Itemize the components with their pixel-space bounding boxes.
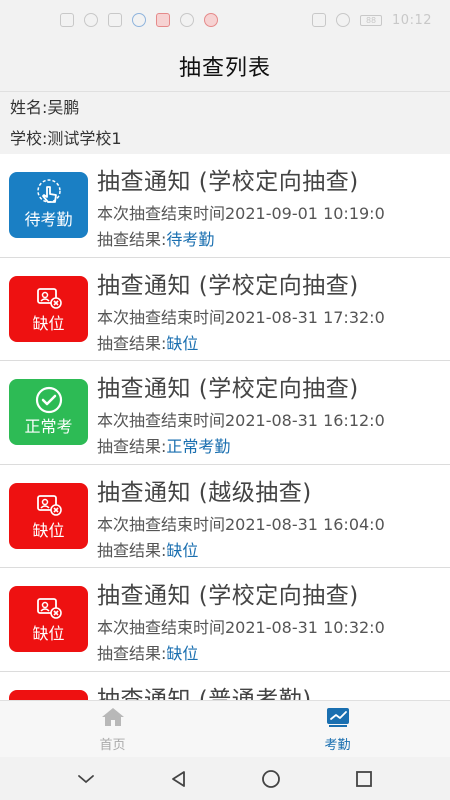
chart-icon	[325, 706, 351, 732]
status-badge-label: 缺位	[32, 624, 65, 643]
check-circle-icon	[32, 385, 66, 417]
list-item[interactable]: 缺位 抽查通知 (学校定向抽查) 本次抽查结束时间2021-08-31 10:3…	[0, 568, 450, 672]
home-circle-icon[interactable]	[259, 767, 283, 791]
item-result-value: 缺位	[166, 540, 199, 560]
home-icon	[100, 706, 126, 732]
list-item[interactable]: 缺位 抽查通知 (学校定向抽查) 本次抽查结束时间2021-08-31 17:3…	[0, 257, 450, 361]
app-notification-icon-4	[204, 13, 218, 27]
app-notification-icon-2	[156, 13, 170, 27]
sim-icon	[60, 13, 74, 27]
item-result-value: 缺位	[166, 333, 199, 353]
check-list[interactable]: 待考勤 抽查通知 (学校定向抽查) 本次抽查结束时间2021-09-01 10:…	[0, 154, 450, 700]
status-left-icons	[60, 13, 218, 27]
item-end-time: 本次抽查结束时间2021-08-31 10:32:0	[97, 618, 385, 637]
item-result: 抽查结果:缺位	[97, 330, 198, 354]
item-title: 抽查通知 (学校定向抽查)	[97, 272, 359, 299]
item-result-value: 正常考勤	[166, 437, 231, 456]
list-item[interactable]: 正常考 抽查通知 (学校定向抽查) 本次抽查结束时间2021-08-31 16:…	[0, 361, 450, 465]
item-result-label: 抽查结果:	[97, 230, 167, 249]
list-item[interactable]: 待考勤 抽查通知 (学校定向抽查) 本次抽查结束时间2021-09-01 10:…	[0, 154, 450, 258]
status-badge: 缺位	[9, 586, 88, 652]
nav-home-label: 首页	[99, 737, 126, 753]
item-end-time: 本次抽查结束时间2021-09-01 10:19:0	[97, 204, 385, 223]
hand-tap-icon	[32, 178, 66, 210]
chevron-down-icon[interactable]	[74, 767, 98, 791]
item-result-label: 抽查结果:	[97, 333, 167, 353]
item-title: 抽查通知 (普通考勤)	[97, 686, 312, 701]
nav-home[interactable]: 首页	[0, 701, 225, 757]
status-badge: 缺位	[9, 275, 88, 342]
item-result-value: 待考勤	[166, 230, 215, 249]
recents-icon[interactable]	[352, 767, 376, 791]
item-end-time: 本次抽查结束时间2021-08-31 16:12:0	[97, 411, 385, 430]
status-badge-label: 待考勤	[24, 210, 73, 229]
bluetooth-icon	[336, 13, 351, 27]
status-badge: 缺位	[9, 482, 88, 549]
item-end-time: 本次抽查结束时间2021-08-31 17:32:0	[97, 307, 385, 327]
id-card-absent-icon	[32, 282, 66, 314]
item-title: 抽查通知 (越级抽查)	[97, 479, 312, 506]
item-result-label: 抽查结果:	[97, 644, 167, 663]
item-result-value: 缺位	[166, 644, 199, 663]
nfc-icon	[312, 13, 327, 27]
item-title: 抽查通知 (学校定向抽查)	[97, 169, 359, 195]
list-item[interactable]: 缺位 抽查通知 (越级抽查) 本次抽查结束时间2021-08-31 16:04:…	[0, 464, 450, 568]
title-bar: 抽查列表	[0, 40, 450, 92]
status-badge: 待考勤	[9, 172, 88, 238]
id-card-absent-icon	[32, 592, 66, 624]
id-card-absent-icon	[32, 489, 66, 521]
item-result-label: 抽查结果:	[97, 540, 167, 560]
nav-attendance-label: 考勤	[324, 737, 351, 753]
item-title: 抽查通知 (学校定向抽查)	[97, 583, 359, 609]
app-notification-icon-3	[180, 13, 194, 27]
student-info: 姓名:吴鹏 学校:测试学校1	[0, 92, 450, 154]
status-time: 10:12	[392, 12, 432, 28]
status-bar: 88 10:12	[0, 0, 450, 40]
back-icon[interactable]	[167, 767, 191, 791]
status-badge-label: 正常考	[24, 417, 73, 436]
item-result-label: 抽查结果:	[97, 437, 167, 456]
item-result: 抽查结果:正常考勤	[97, 433, 230, 457]
list-item[interactable]: 抽查通知 (普通考勤)	[0, 671, 450, 701]
student-name: 姓名:吴鹏	[10, 98, 80, 117]
system-nav-bar	[0, 757, 450, 800]
page-title: 抽查列表	[178, 55, 271, 81]
item-result: 抽查结果:缺位	[97, 640, 198, 664]
nav-attendance[interactable]: 考勤	[225, 701, 450, 757]
status-badge	[9, 689, 88, 700]
item-end-time: 本次抽查结束时间2021-08-31 16:04:0	[97, 514, 385, 534]
bottom-nav: 首页 考勤	[0, 700, 450, 757]
item-title: 抽查通知 (学校定向抽查)	[97, 376, 359, 402]
student-school: 学校:测试学校1	[10, 129, 122, 148]
battery-icon: 88	[360, 14, 383, 26]
item-result: 抽查结果:待考勤	[97, 226, 214, 250]
status-badge: 正常考	[9, 379, 88, 445]
status-badge-label: 缺位	[32, 520, 65, 540]
app-notification-icon	[132, 13, 146, 27]
status-badge-label: 缺位	[32, 313, 65, 333]
status-right-icons: 88 10:12	[312, 13, 432, 28]
item-result: 抽查结果:缺位	[97, 537, 198, 561]
message-icon	[108, 13, 122, 27]
wifi-icon	[84, 13, 98, 27]
app-screen: 88 10:12 抽查列表 姓名:吴鹏 学校:测试学校1 待考勤 抽查通知 (学…	[0, 0, 450, 800]
